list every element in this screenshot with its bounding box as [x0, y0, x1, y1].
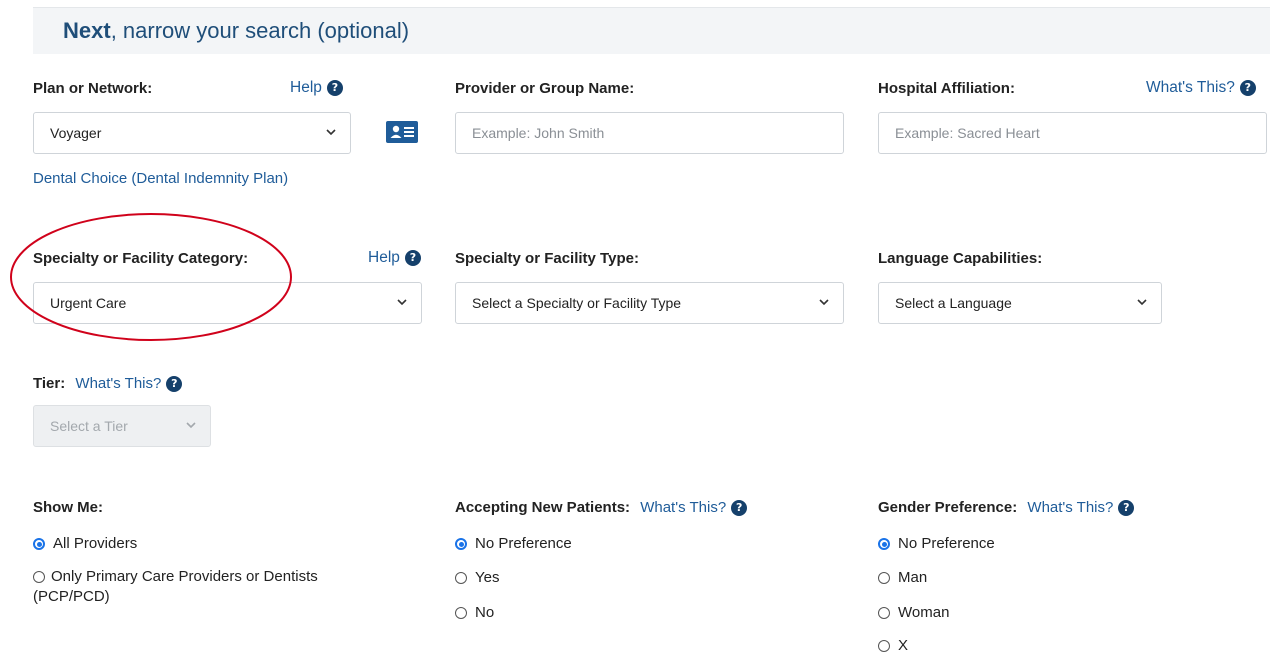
plan-network-select[interactable]: Voyager	[33, 112, 351, 154]
tier-value: Select a Tier	[50, 418, 128, 434]
radio-unchecked-icon[interactable]	[878, 640, 890, 652]
specialty-category-label: Specialty or Facility Category:	[33, 250, 249, 267]
radio-unchecked-icon[interactable]	[878, 607, 890, 619]
accepting-label-text: Accepting New Patients:	[455, 499, 631, 516]
language-label: Language Capabilities:	[878, 250, 1043, 267]
gender-option-no-preference[interactable]: No Preference	[878, 534, 995, 554]
radio-unchecked-icon[interactable]	[455, 572, 467, 584]
specialty-category-value: Urgent Care	[50, 295, 127, 311]
plan-help-text: Help	[290, 79, 322, 96]
specialty-category-select[interactable]: Urgent Care	[33, 282, 422, 324]
gender-label-text: Gender Preference:	[878, 499, 1018, 516]
section-header: Next, narrow your search (optional)	[33, 7, 1270, 54]
specialty-type-value: Select a Specialty or Facility Type	[472, 295, 682, 311]
help-question-icon: ?	[166, 375, 183, 392]
chevron-down-icon	[819, 299, 829, 306]
chevron-down-icon	[186, 422, 196, 429]
hospital-affiliation-label: Hospital Affiliation:	[878, 80, 1015, 97]
accepting-option-label: No	[475, 604, 495, 621]
language-value: Select a Language	[895, 295, 1012, 311]
radio-checked-icon[interactable]	[878, 538, 890, 550]
dental-choice-link[interactable]: Dental Choice (Dental Indemnity Plan)	[33, 170, 288, 187]
language-select[interactable]: Select a Language	[878, 282, 1162, 324]
gender-option-man[interactable]: Man	[878, 568, 927, 588]
gender-option-label: Woman	[898, 604, 950, 621]
help-question-icon: ?	[731, 499, 748, 516]
help-question-icon: ?	[1239, 80, 1256, 96]
specialty-help-text: Help	[368, 249, 400, 266]
radio-unchecked-icon[interactable]	[878, 572, 890, 584]
show-me-option-label: All Providers	[53, 535, 138, 552]
radio-checked-icon[interactable]	[455, 538, 467, 550]
plan-network-label: Plan or Network:	[33, 80, 153, 97]
gender-whats-this-text: What's This?	[1027, 499, 1114, 516]
accepting-whats-this-link[interactable]: What's This? ?	[640, 499, 748, 516]
help-question-icon: ?	[404, 250, 421, 266]
section-title-bold: Next	[63, 18, 111, 43]
tier-select[interactable]: Select a Tier	[33, 405, 211, 447]
show-me-option-pcp[interactable]: Only Primary Care Providers or Dentists …	[33, 567, 393, 607]
tier-label: Tier: What's This? ?	[33, 375, 183, 392]
gender-option-woman[interactable]: Woman	[878, 603, 949, 623]
gender-option-label: X	[898, 637, 909, 654]
accepting-option-label: No Preference	[475, 535, 572, 552]
gender-label: Gender Preference: What's This? ?	[878, 499, 1135, 516]
radio-unchecked-icon[interactable]	[455, 607, 467, 619]
tier-whats-this-text: What's This?	[75, 375, 162, 392]
tier-whats-this-link[interactable]: What's This? ?	[75, 375, 183, 392]
help-question-icon: ?	[326, 80, 343, 96]
radio-unchecked-icon[interactable]	[33, 571, 45, 583]
gender-option-label: No Preference	[898, 535, 995, 552]
gender-option-x[interactable]: X	[878, 636, 908, 656]
section-title: Next, narrow your search (optional)	[63, 18, 409, 44]
plan-network-value: Voyager	[50, 125, 102, 141]
accepting-option-no-preference[interactable]: No Preference	[455, 534, 572, 554]
accepting-option-label: Yes	[475, 569, 500, 586]
plan-help-link[interactable]: Help ?	[290, 79, 343, 97]
hospital-affiliation-input[interactable]: Example: Sacred Heart	[878, 112, 1267, 154]
gender-option-label: Man	[898, 569, 928, 586]
provider-name-label: Provider or Group Name:	[455, 80, 635, 97]
chevron-down-icon	[397, 299, 407, 306]
provider-name-placeholder: Example: John Smith	[472, 125, 605, 141]
gender-whats-this-link[interactable]: What's This? ?	[1027, 499, 1135, 516]
provider-name-input[interactable]: Example: John Smith	[455, 112, 844, 154]
specialty-help-link[interactable]: Help ?	[368, 249, 421, 267]
hospital-whats-this-text: What's This?	[1146, 79, 1235, 96]
specialty-type-select[interactable]: Select a Specialty or Facility Type	[455, 282, 844, 324]
hospital-affiliation-placeholder: Example: Sacred Heart	[895, 125, 1040, 141]
accepting-option-no[interactable]: No	[455, 603, 494, 623]
specialty-type-label: Specialty or Facility Type:	[455, 250, 639, 267]
accepting-whats-this-text: What's This?	[640, 499, 727, 516]
accepting-option-yes[interactable]: Yes	[455, 568, 499, 588]
section-title-rest: , narrow your search (optional)	[110, 18, 410, 43]
hospital-whats-this-link[interactable]: What's This? ?	[1146, 79, 1256, 97]
accepting-label: Accepting New Patients: What's This? ?	[455, 499, 748, 516]
show-me-option-all[interactable]: All Providers	[33, 534, 137, 554]
show-me-option-label: Only Primary Care Providers or Dentists …	[33, 568, 318, 605]
tier-label-text: Tier:	[33, 375, 66, 392]
radio-checked-icon[interactable]	[33, 538, 45, 550]
show-me-label: Show Me:	[33, 499, 103, 516]
chevron-down-icon	[326, 129, 336, 136]
id-card-icon[interactable]	[386, 121, 418, 143]
annotation-ellipse	[10, 213, 292, 341]
help-question-icon: ?	[1118, 499, 1135, 516]
chevron-down-icon	[1137, 299, 1147, 306]
